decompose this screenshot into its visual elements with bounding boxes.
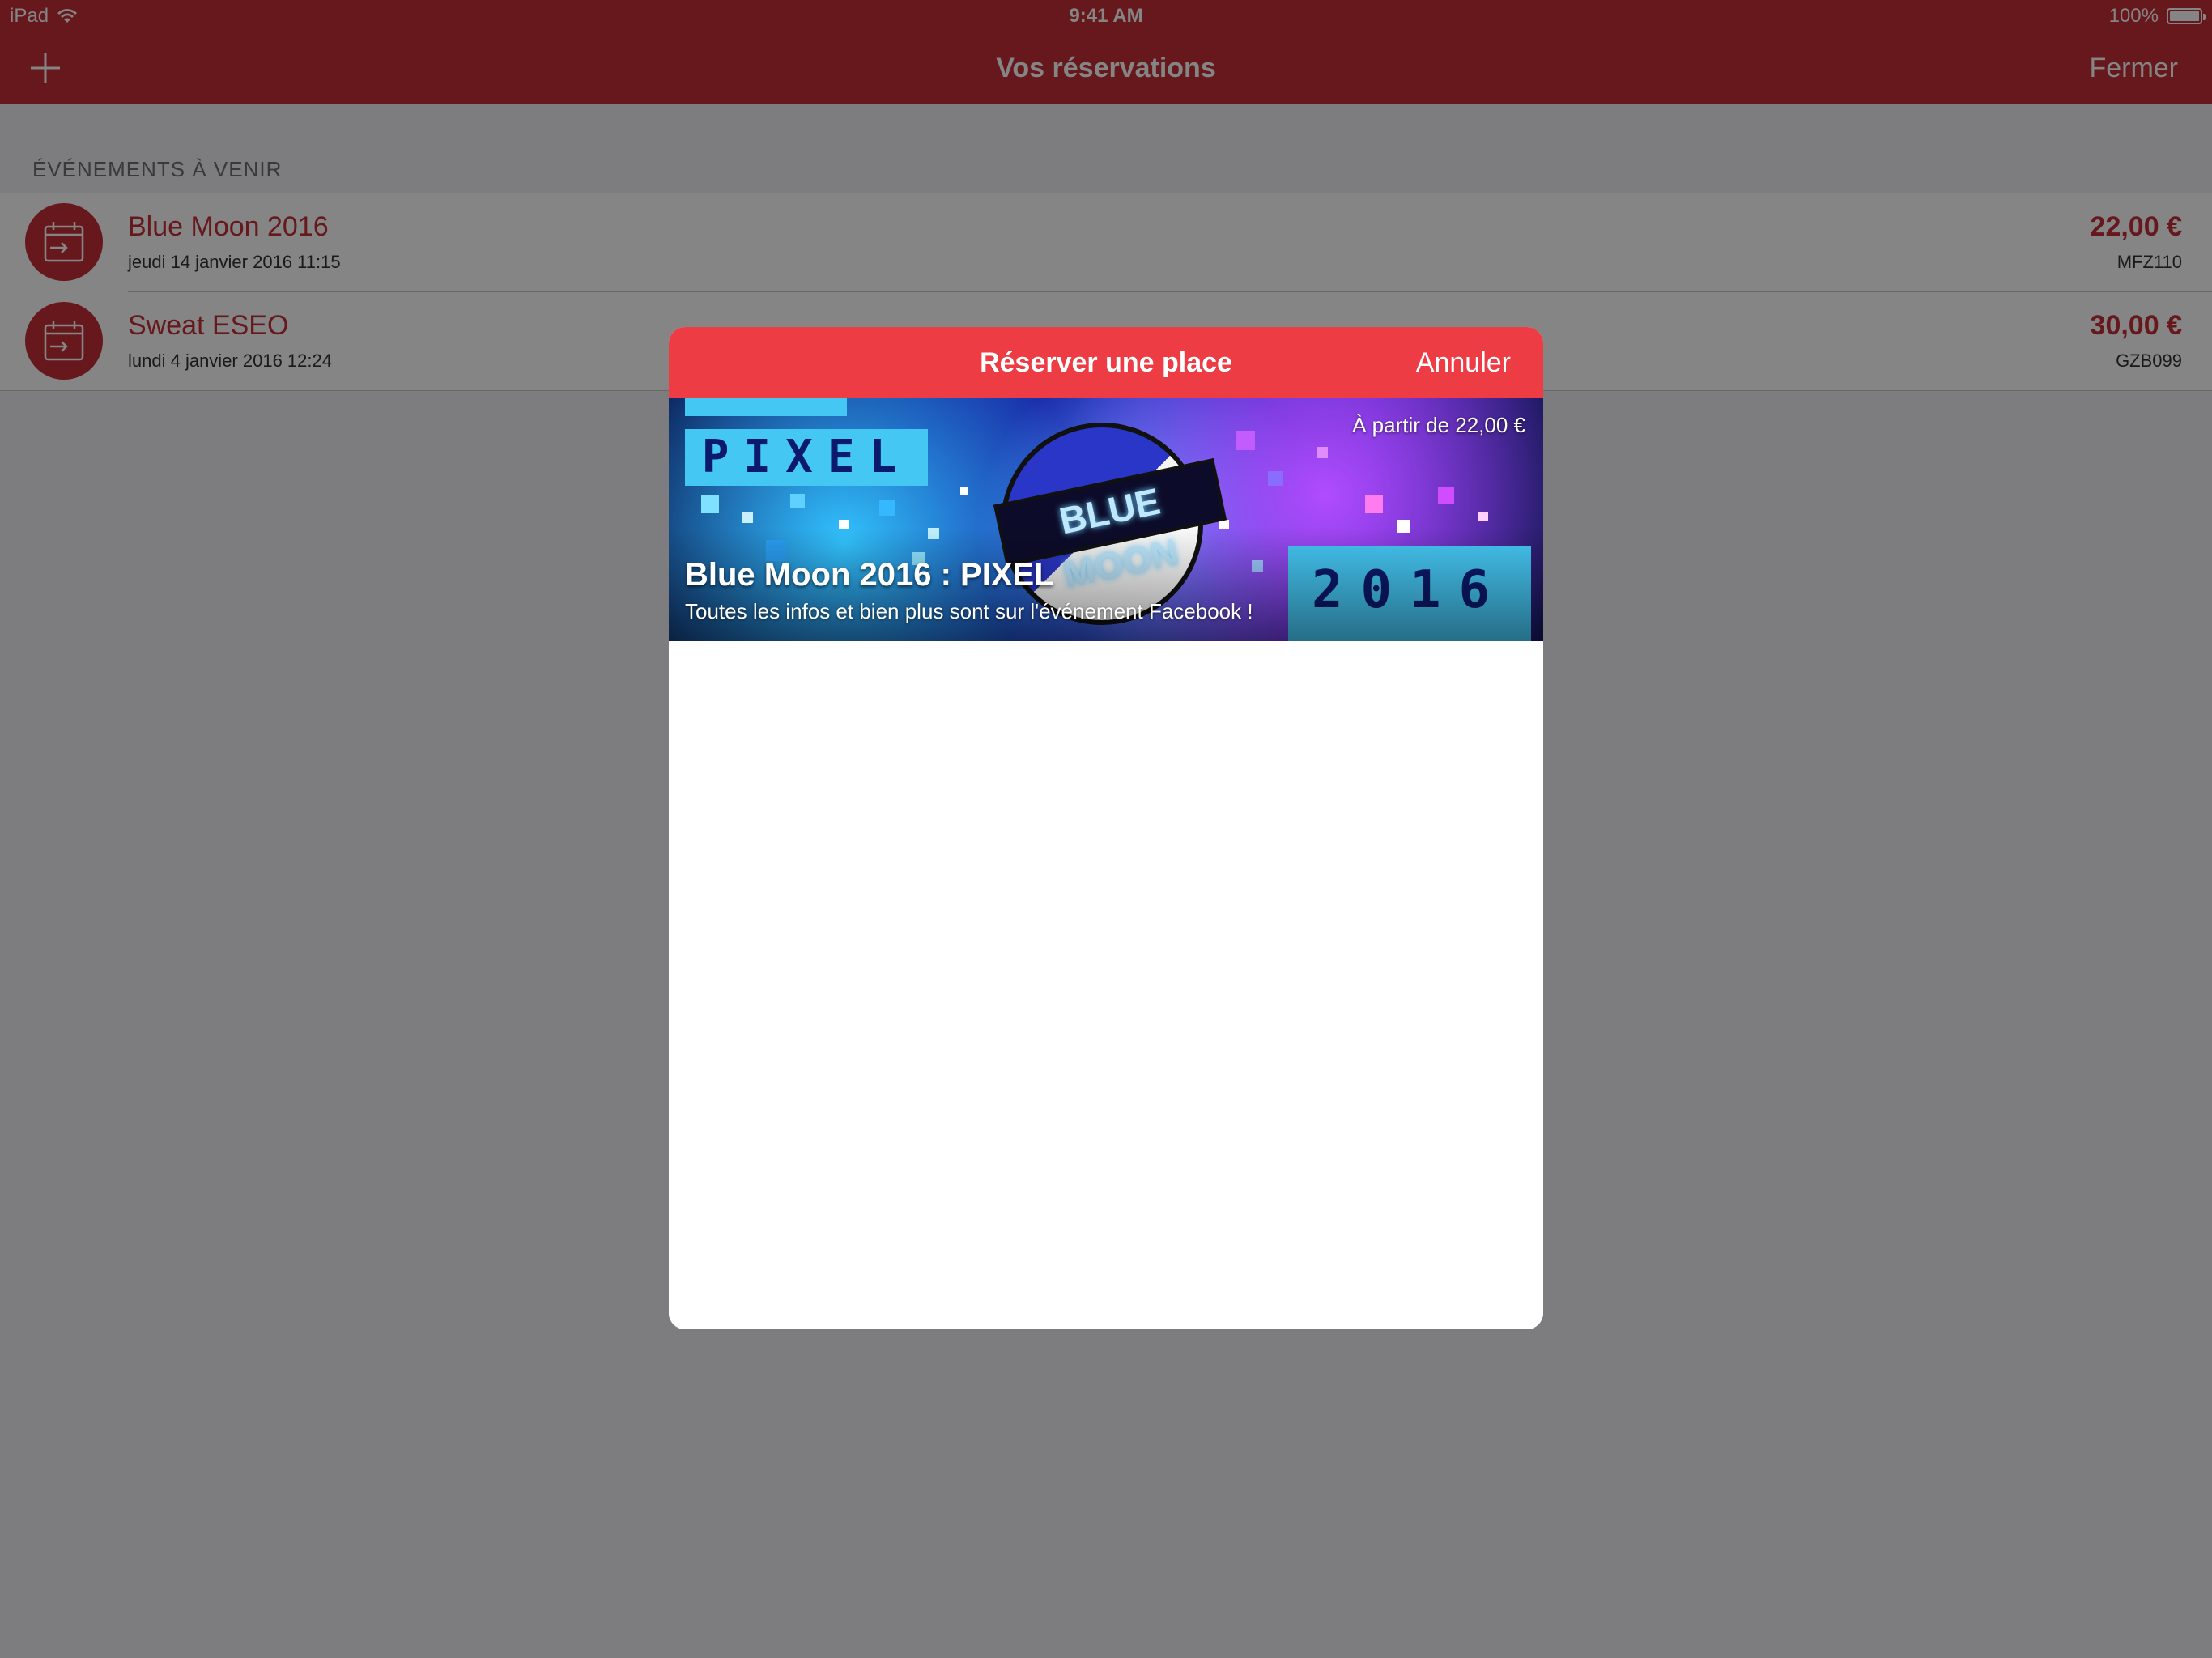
event-banner[interactable]: PIXEL BLUE MOON 2016 À p <box>669 398 1543 641</box>
booking-modal: Réserver une place Annuler PIXEL BLUE À … <box>669 327 1543 1329</box>
theme-strip <box>685 398 847 416</box>
event-subtitle: Toutes les infos et bien plus sont sur l… <box>685 599 1253 623</box>
banner-pixel-word: PIXEL <box>685 429 928 486</box>
event-title: Blue Moon 2016 : PIXEL <box>685 557 1054 593</box>
screen: iPad 9:41 AM 100% Vos réservations Ferme… <box>0 0 2212 1658</box>
banner-price: À partir de 22,00 € <box>1352 413 1525 437</box>
cancel-button[interactable]: Annuler <box>1416 327 1511 398</box>
modal-title: Réserver une place <box>980 347 1232 378</box>
modal-body <box>669 641 1543 1329</box>
modal-header: Réserver une place Annuler <box>669 327 1543 398</box>
